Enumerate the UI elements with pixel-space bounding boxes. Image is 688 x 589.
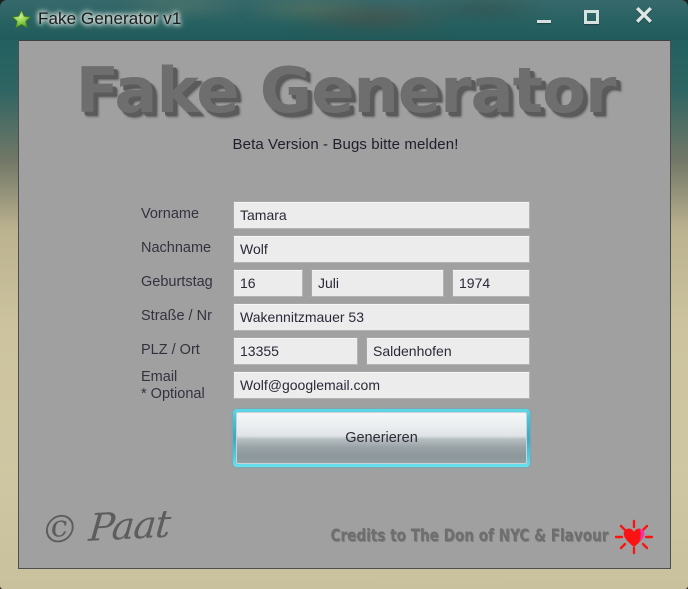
credits-text: Credits to The Don of NYC & Flavour	[330, 526, 608, 546]
fields-strasse	[233, 303, 530, 331]
banner: Fake Generator Beta Version - Bugs bitte…	[19, 54, 670, 154]
strasse-input[interactable]	[233, 303, 530, 331]
form-row-email: Email * Optional	[19, 369, 670, 405]
generator-form: Vorname Nachname Geburtstag	[19, 201, 670, 405]
label-email-optional: * Optional	[141, 386, 205, 402]
form-row-geburtstag: Geburtstag	[19, 269, 670, 303]
label-nachname: Nachname	[141, 240, 212, 256]
form-row-plz-ort: PLZ / Ort	[19, 337, 670, 371]
form-row-strasse: Straße / Nr	[19, 303, 670, 337]
green-star-icon	[11, 9, 32, 30]
maximize-button[interactable]	[570, 0, 612, 33]
nachname-input[interactable]	[233, 235, 530, 263]
fields-plz-ort	[233, 337, 530, 365]
plz-input[interactable]	[233, 337, 358, 365]
label-strasse: Straße / Nr	[141, 308, 212, 324]
geburtstag-month-input[interactable]	[311, 269, 444, 297]
fields-email	[233, 371, 530, 399]
fields-vorname	[233, 201, 530, 229]
vorname-input[interactable]	[233, 201, 530, 229]
application-window: Fake Generator v1 ✕ Fake Generator Beta …	[0, 0, 688, 589]
label-email-line1: Email	[141, 369, 178, 385]
fields-geburtstag	[233, 269, 530, 297]
ort-input[interactable]	[366, 337, 530, 365]
generate-button-focus-ring: Generieren	[233, 409, 530, 467]
email-input[interactable]	[233, 371, 530, 399]
form-row-vorname: Vorname	[19, 201, 670, 235]
shining-heart-icon	[612, 516, 656, 556]
label-email: Email * Optional	[141, 369, 237, 403]
window-title: Fake Generator v1	[38, 9, 182, 28]
app-logo-text: Fake Generator	[75, 54, 617, 127]
close-icon: ✕	[633, 2, 655, 30]
fields-nachname	[233, 235, 530, 263]
minimize-icon	[537, 19, 551, 23]
minimize-button[interactable]	[523, 0, 565, 33]
client-area: Fake Generator Beta Version - Bugs bitte…	[18, 40, 671, 569]
label-plz-ort: PLZ / Ort	[141, 342, 200, 358]
geburtstag-day-input[interactable]	[233, 269, 303, 297]
label-geburtstag: Geburtstag	[141, 274, 213, 290]
generate-button[interactable]: Generieren	[236, 412, 527, 464]
author-signature: © Paat	[38, 501, 172, 553]
close-button[interactable]: ✕	[620, 0, 668, 33]
label-vorname: Vorname	[141, 206, 200, 222]
form-row-nachname: Nachname	[19, 235, 670, 269]
banner-subtitle: Beta Version - Bugs bitte melden!	[232, 136, 459, 153]
geburtstag-year-input[interactable]	[452, 269, 530, 297]
maximize-icon	[583, 9, 599, 24]
titlebar[interactable]: Fake Generator v1 ✕	[0, 0, 688, 40]
